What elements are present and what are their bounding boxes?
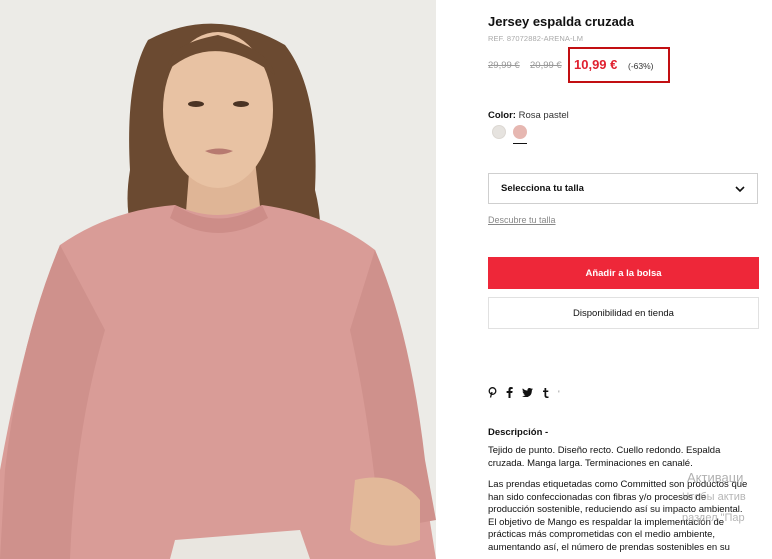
color-swatch-cream[interactable] xyxy=(492,125,506,139)
size-guide-link[interactable]: Descubre tu talla xyxy=(488,215,556,225)
twitter-icon[interactable] xyxy=(522,388,533,400)
product-title: Jersey espalda cruzada xyxy=(488,14,634,29)
product-photo[interactable] xyxy=(0,0,436,559)
discount-badge: (-63%) xyxy=(628,61,654,71)
tumblr-icon[interactable] xyxy=(542,387,549,401)
color-label: Color: Rosa pastel xyxy=(488,110,569,121)
sale-price: 10,99 € xyxy=(574,57,618,72)
activation-watermark-line2: Чтобы актив xyxy=(682,491,746,503)
original-price: 29,99 € xyxy=(488,60,520,71)
size-select[interactable]: Selecciona tu talla xyxy=(488,173,758,204)
description-paragraph-1: Tejido de punto. Diseño recto. Cuello re… xyxy=(488,445,721,469)
chevron-down-icon xyxy=(735,180,745,198)
add-to-bag-button[interactable]: Añadir a la bolsa xyxy=(488,257,759,289)
facebook-icon[interactable] xyxy=(506,387,513,401)
share-icons: ' xyxy=(488,387,560,401)
pinterest-icon[interactable] xyxy=(488,387,497,401)
description-title[interactable]: Descripción - xyxy=(488,427,548,438)
previous-price: 20,99 € xyxy=(530,60,562,71)
size-select-label: Selecciona tu talla xyxy=(501,183,584,194)
share-more-icon[interactable]: ' xyxy=(558,389,560,399)
color-swatch-pink[interactable] xyxy=(513,125,527,139)
color-label-title: Color: xyxy=(488,110,516,121)
product-ref: REF. 87072882-ARENA-LM xyxy=(488,34,584,43)
activation-watermark-line3: раздел "Пар xyxy=(682,512,745,524)
color-selected-name: Rosa pastel xyxy=(518,110,569,121)
store-availability-button[interactable]: Disponibilidad en tienda xyxy=(488,297,759,329)
selected-swatch-indicator xyxy=(513,143,527,144)
